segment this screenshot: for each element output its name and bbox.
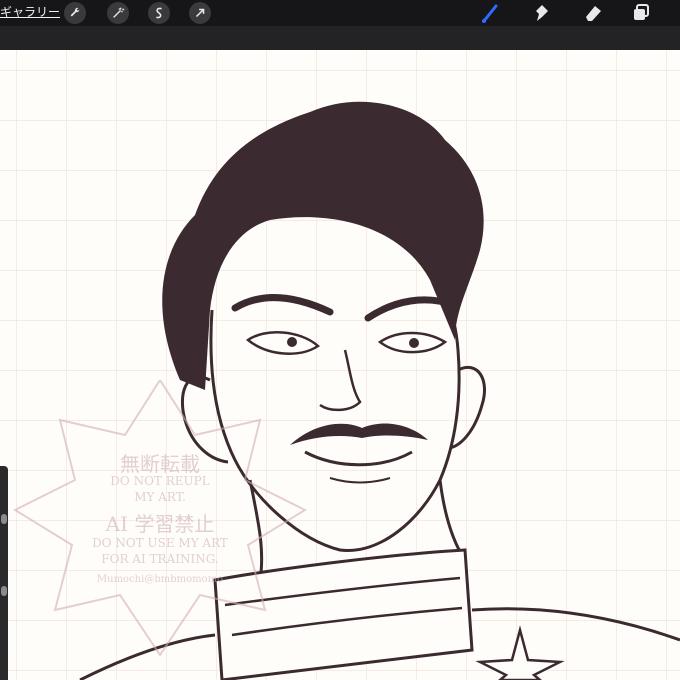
brush-icon[interactable] [478, 1, 504, 25]
adjustments-icon[interactable] [107, 2, 129, 24]
transform-arrow-icon[interactable] [189, 2, 211, 24]
eraser-icon[interactable] [580, 1, 606, 25]
watermark-line-2: DO NOT REUPL [110, 474, 210, 488]
mustache [290, 423, 428, 445]
gallery-link[interactable]: ギャラリー [0, 3, 60, 20]
brush-size-slider[interactable] [0, 466, 8, 680]
left-eyebrow [231, 294, 334, 316]
selection-icon[interactable] [148, 2, 170, 24]
mouth [304, 450, 413, 467]
watermark-line-7: Mumochi@bmbmomomo [96, 574, 224, 585]
brush-opacity-knob[interactable] [1, 586, 7, 596]
watermark-line-3: MY ART. [134, 490, 186, 504]
watermark-line-6: FOR AI TRAINING. [101, 552, 219, 566]
top-toolbar: ギャラリー [0, 0, 680, 26]
nose [319, 349, 362, 412]
layers-icon[interactable] [628, 1, 654, 25]
brush-size-knob[interactable] [1, 514, 7, 524]
wrench-icon[interactable] [64, 2, 86, 24]
watermark: 無断転載 DO NOT REUPL MY ART. AI 学習禁止 DO NOT… [10, 380, 310, 670]
watermark-line-5: DO NOT USE MY ART [92, 536, 228, 550]
watermark-line-4: AI 学習禁止 [105, 512, 215, 536]
smudge-icon[interactable] [528, 1, 554, 25]
emblem-star [475, 625, 565, 680]
watermark-line-1: 無断転載 [120, 452, 200, 476]
right-eyebrow [364, 296, 459, 322]
secondary-bar [0, 26, 680, 50]
left-eye [245, 331, 321, 355]
drawing-canvas[interactable]: 無断転載 DO NOT REUPL MY ART. AI 学習禁止 DO NOT… [0, 50, 680, 680]
